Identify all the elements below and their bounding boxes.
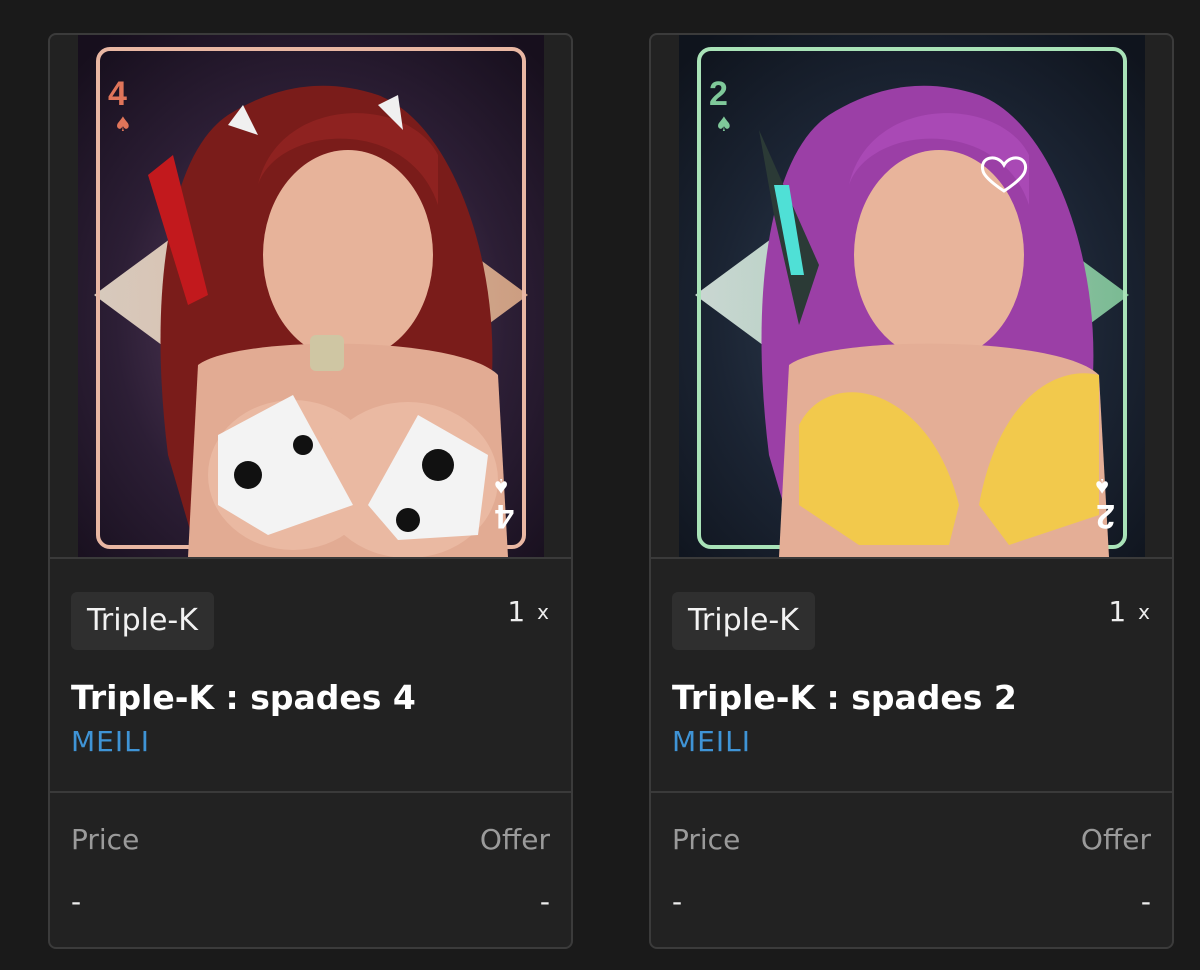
offer-value: - bbox=[539, 885, 550, 918]
divider bbox=[651, 791, 1172, 793]
nft-card[interactable]: 2 ♠ 2 ♠ Triple-K 1x Triple-K : spades 2 … bbox=[649, 33, 1174, 949]
spades-4-illustration: 4 ♠ 4 ♠ bbox=[77, 35, 544, 557]
svg-text:2: 2 bbox=[1096, 497, 1115, 535]
card-title[interactable]: Triple-K : spades 4 bbox=[71, 678, 416, 717]
price-value: - bbox=[672, 885, 683, 918]
card-rank-top: 2 bbox=[709, 75, 728, 113]
price-value: - bbox=[71, 885, 82, 918]
price-label: Price bbox=[71, 823, 140, 856]
nft-card[interactable]: 4 ♠ 4 ♠ Triple-K 1x Triple-K : spades 4 … bbox=[48, 33, 573, 949]
creator-link[interactable]: MEILI bbox=[672, 725, 751, 758]
svg-text:♠: ♠ bbox=[492, 474, 510, 498]
card-art-image[interactable]: 4 ♠ 4 ♠ bbox=[77, 35, 544, 557]
quantity: 1x bbox=[1108, 595, 1150, 628]
svg-text:♠: ♠ bbox=[715, 112, 733, 136]
svg-text:4: 4 bbox=[495, 497, 514, 535]
spades-2-illustration: 2 ♠ 2 ♠ bbox=[678, 35, 1145, 557]
card-title[interactable]: Triple-K : spades 2 bbox=[672, 678, 1017, 717]
card-image-container[interactable]: 4 ♠ 4 ♠ bbox=[50, 35, 571, 559]
card-art-image[interactable]: 2 ♠ 2 ♠ bbox=[678, 35, 1145, 557]
collection-tag[interactable]: Triple-K bbox=[672, 592, 815, 650]
svg-text:♠: ♠ bbox=[1093, 474, 1111, 498]
offer-label: Offer bbox=[1080, 823, 1151, 856]
svg-text:♠: ♠ bbox=[114, 112, 132, 136]
card-image-container[interactable]: 2 ♠ 2 ♠ bbox=[651, 35, 1172, 559]
creator-link[interactable]: MEILI bbox=[71, 725, 150, 758]
offer-value: - bbox=[1140, 885, 1151, 918]
quantity: 1x bbox=[507, 595, 549, 628]
price-label: Price bbox=[672, 823, 741, 856]
collection-tag[interactable]: Triple-K bbox=[71, 592, 214, 650]
divider bbox=[50, 791, 571, 793]
card-rank-top: 4 bbox=[108, 75, 127, 113]
offer-label: Offer bbox=[479, 823, 550, 856]
